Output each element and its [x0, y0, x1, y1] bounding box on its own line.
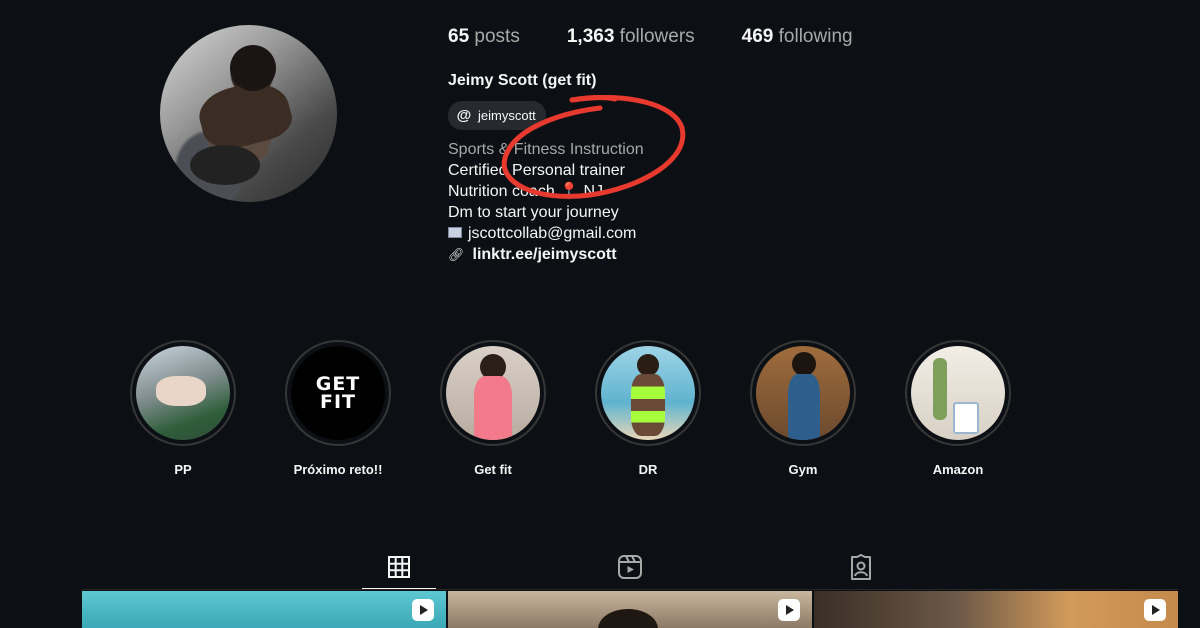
reels-icon — [618, 555, 642, 579]
highlight-cover — [446, 346, 540, 440]
envelope-icon — [448, 227, 462, 239]
highlight-cover — [756, 346, 850, 440]
reel-badge-icon — [778, 599, 800, 621]
highlight-label: Get fit — [474, 462, 512, 477]
highlight-amazon[interactable]: Amazon — [898, 340, 1018, 477]
profile-tabs — [0, 545, 1200, 590]
highlight-cover — [911, 346, 1005, 440]
bio-email: jscottcollab@gmail.com — [468, 225, 637, 242]
highlight-dr[interactable]: DR — [588, 340, 708, 477]
profile-stats: 65 posts 1,363 followers 469 following — [448, 26, 900, 48]
threads-handle: jeimyscott — [478, 108, 536, 123]
bio-line: Certified Personal trainer — [448, 162, 625, 179]
reel-badge-icon — [1144, 599, 1166, 621]
reel-badge-icon — [412, 599, 434, 621]
highlight-label: Amazon — [932, 462, 984, 477]
highlight-gym[interactable]: Gym — [743, 340, 863, 477]
bio-link[interactable]: 🔗︎ linktr.ee/jeimyscott — [448, 244, 644, 265]
threads-icon: @ — [456, 106, 472, 124]
tab-tagged[interactable] — [824, 545, 898, 589]
bio-line: Nutrition coach 📍 NJ — [448, 183, 604, 200]
stat-posts[interactable]: 65 posts — [448, 26, 520, 48]
stat-following[interactable]: 469 following — [742, 26, 853, 48]
stat-followers[interactable]: 1,363 followers — [567, 26, 695, 48]
highlight-label: PP — [174, 462, 192, 477]
grid-icon — [388, 556, 410, 578]
profile-name: Jeimy Scott (get fit) — [448, 72, 597, 89]
following-label: following — [778, 26, 853, 47]
posts-label: posts — [474, 26, 520, 47]
highlight-pp[interactable]: PP — [123, 340, 243, 477]
bio-email-line: jscottcollab@gmail.com — [448, 223, 644, 244]
threads-badge[interactable]: @ jeimyscott — [448, 101, 546, 130]
tabs-divider — [82, 589, 1178, 590]
posts-count: 65 — [448, 26, 470, 47]
highlight-cover — [136, 346, 230, 440]
followers-count: 1,363 — [566, 26, 615, 47]
highlight-cover: GET FIT — [291, 346, 385, 440]
highlight-label: DR — [638, 462, 658, 477]
post-thumbnail[interactable] — [814, 591, 1178, 628]
highlight-label: Gym — [788, 462, 818, 477]
tagged-icon — [851, 554, 871, 580]
highlight-cover — [601, 346, 695, 440]
profile-category: Sports & Fitness Instruction — [448, 141, 644, 158]
highlight-get-fit[interactable]: Get fit — [433, 340, 553, 477]
following-count: 469 — [741, 26, 774, 47]
post-thumbnail[interactable] — [82, 591, 446, 628]
bio-line: Dm to start your journey — [448, 204, 619, 221]
tab-posts[interactable] — [362, 545, 436, 590]
tab-reels[interactable] — [593, 545, 667, 589]
link-icon: 🔗︎ — [448, 247, 465, 262]
profile-avatar[interactable] — [160, 25, 337, 202]
profile-bio: Sports & Fitness Instruction Certified P… — [448, 139, 644, 265]
followers-label: followers — [619, 26, 695, 47]
highlight-proximo-reto[interactable]: GET FIT Próximo reto!! — [278, 340, 398, 477]
posts-grid — [82, 591, 1178, 628]
get-fit-logo: GET FIT — [315, 373, 361, 413]
post-thumbnail[interactable] — [448, 591, 812, 628]
bio-link-text: linktr.ee/jeimyscott — [472, 246, 617, 263]
highlight-label: Próximo reto!! — [293, 462, 383, 477]
